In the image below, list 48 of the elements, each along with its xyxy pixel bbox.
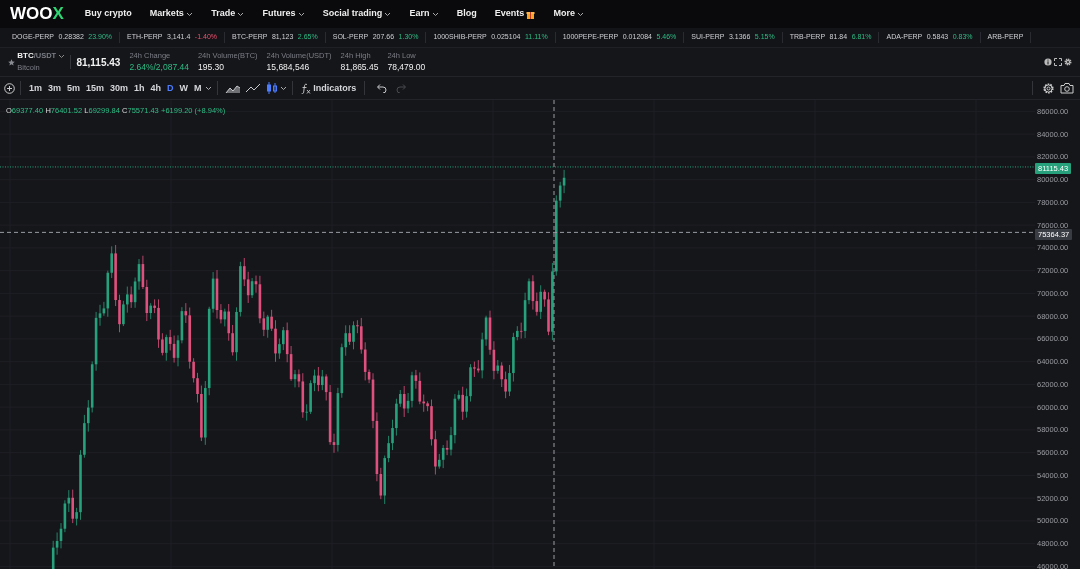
interval-tab[interactable]: D (164, 81, 177, 95)
stat-value: 81,865.45 (340, 61, 379, 74)
interval-tab[interactable]: W (176, 81, 192, 95)
add-icon[interactable] (4, 82, 15, 94)
settings-icon[interactable] (1042, 81, 1056, 95)
line-chart-icon[interactable] (245, 82, 262, 94)
indicators-button[interactable]: Indicators (298, 81, 360, 95)
candlestick-icon[interactable] (265, 82, 278, 94)
nav-link[interactable]: Earn (400, 7, 448, 21)
caret-icon[interactable] (237, 11, 245, 17)
last-price: 81,115.43 (76, 55, 121, 70)
interval-tab[interactable]: 15m (83, 81, 108, 95)
interval-tab[interactable]: 4h (147, 81, 165, 95)
info-icon[interactable] (1043, 58, 1052, 66)
nav-link[interactable]: Events (485, 7, 545, 21)
star-icon[interactable] (8, 58, 15, 66)
nav-link[interactable]: Blog (447, 7, 486, 21)
caret-icon[interactable] (577, 11, 585, 17)
settings-icon[interactable] (1064, 58, 1072, 66)
caret-icon[interactable] (280, 85, 288, 91)
caret-icon[interactable] (431, 11, 439, 17)
undo-icon[interactable] (374, 83, 387, 93)
caret-icon[interactable] (58, 53, 66, 59)
nav-link[interactable]: Trade (202, 7, 254, 21)
interval-tab[interactable]: 5m (64, 81, 84, 95)
nav-link[interactable]: Futures (253, 7, 314, 21)
caret-icon[interactable] (204, 85, 212, 91)
nav-link[interactable]: Markets (140, 7, 203, 21)
stat-value: 15,684,546 (266, 61, 311, 74)
caret-icon[interactable] (297, 11, 305, 17)
function-icon (301, 82, 312, 94)
gift-icon (526, 9, 536, 19)
interval-tab[interactable]: 1m (26, 81, 45, 95)
nav-link[interactable]: Social trading (313, 7, 401, 21)
nav-link[interactable]: More (544, 7, 594, 21)
interval-tab[interactable]: 30m (107, 81, 132, 95)
caret-icon[interactable] (186, 11, 194, 17)
nav-link[interactable]: Buy crypto (75, 7, 141, 21)
camera-icon[interactable] (1059, 82, 1074, 94)
fullscreen-icon[interactable] (1053, 58, 1062, 66)
stat-value: 2.64%/2,087.44 (129, 61, 189, 74)
stat-value: 78,479.00 (387, 61, 426, 74)
stat-value: 195.30 (197, 61, 225, 74)
caret-icon[interactable] (384, 11, 392, 17)
logo[interactable]: WOOX (10, 1, 64, 27)
interval-tab[interactable]: 1h (131, 81, 148, 95)
interval-tab[interactable]: M (191, 81, 205, 95)
interval-tab[interactable]: 3m (45, 81, 65, 95)
